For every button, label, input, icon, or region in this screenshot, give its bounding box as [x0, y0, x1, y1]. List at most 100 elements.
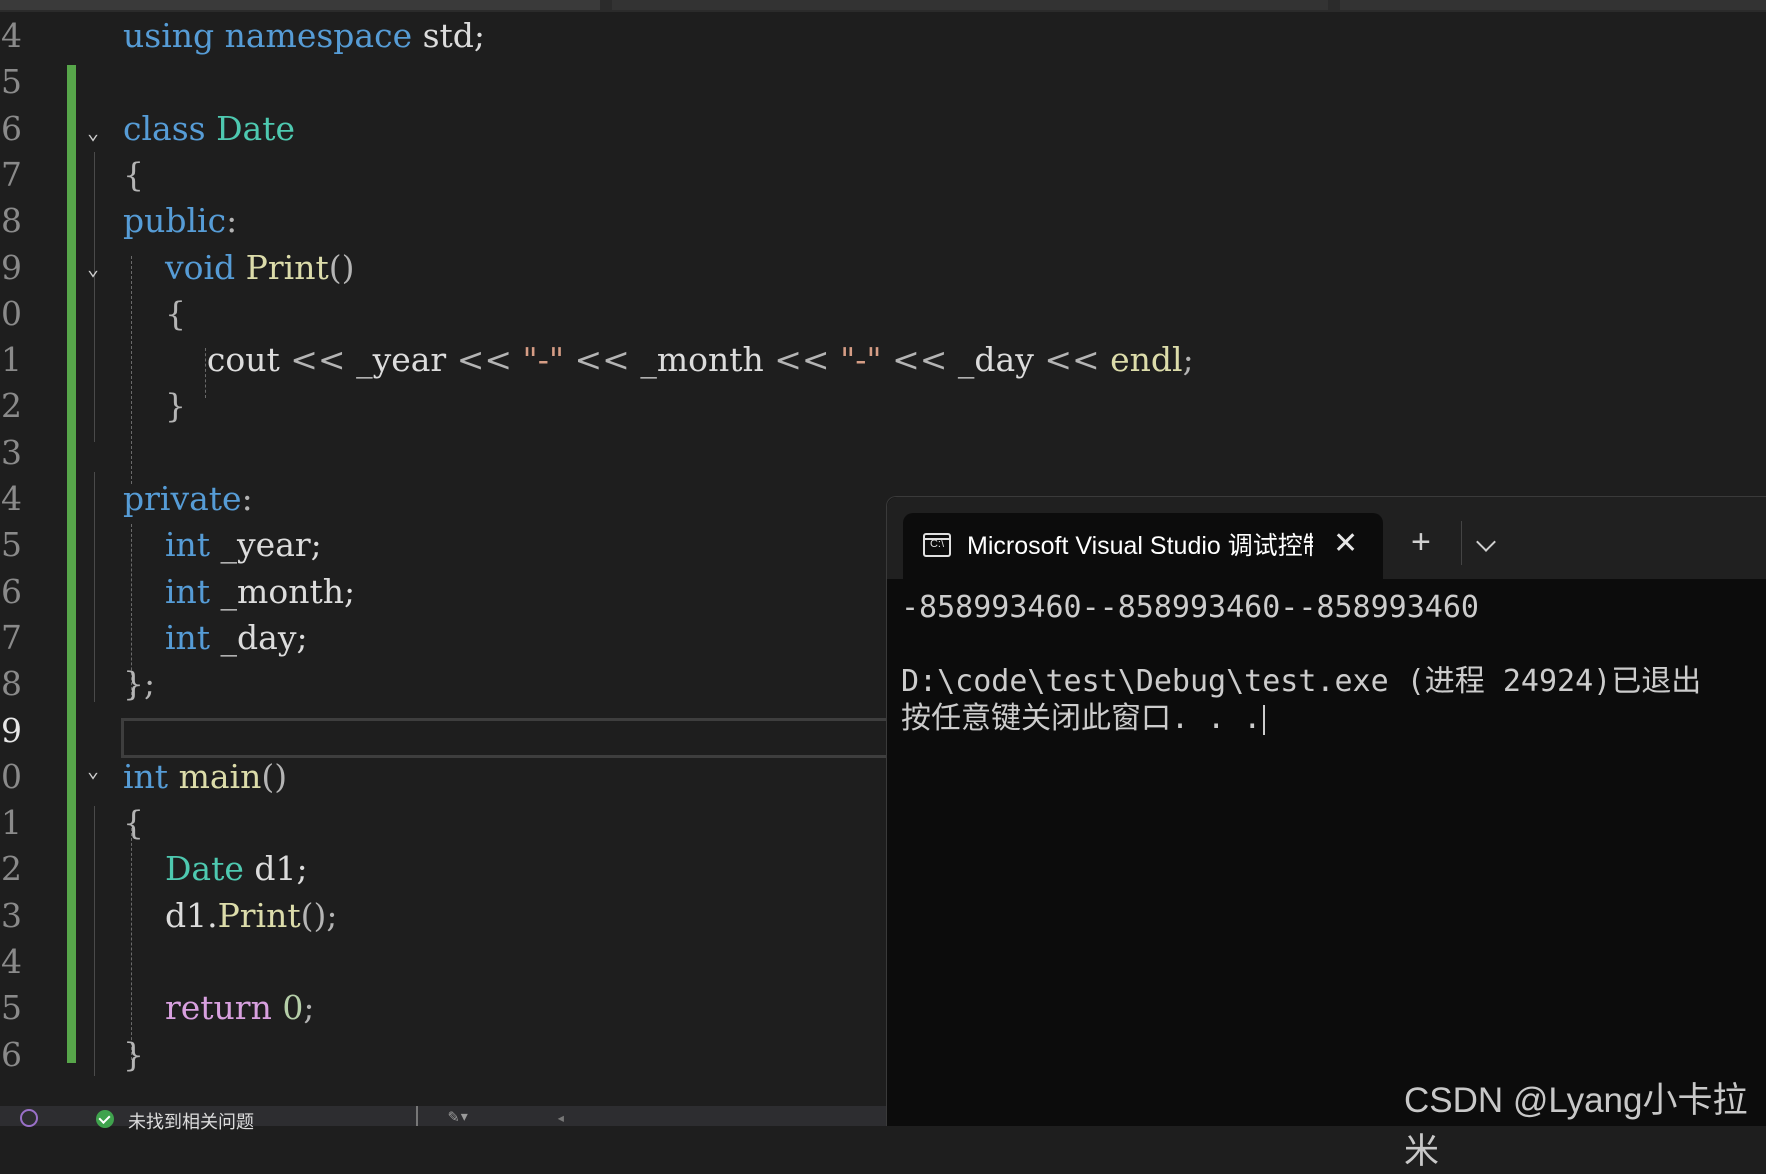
line-number: 5: [1, 525, 22, 565]
code-token: _day;: [210, 617, 308, 657]
terminal-tab[interactable]: C:\ Microsoft Visual Studio 调试控制台 ✕: [903, 513, 1383, 579]
code-line[interactable]: 9 void Print(): [0, 246, 1766, 290]
code-token: <<: [574, 340, 630, 380]
code-line[interactable]: 3: [0, 431, 1766, 475]
code-token: ();: [300, 895, 338, 935]
code-text: class Date: [123, 107, 295, 151]
code-token: <<: [1044, 340, 1100, 380]
code-token: Print: [245, 247, 329, 287]
code-token: (): [328, 247, 355, 287]
code-token: <<: [774, 340, 830, 380]
text-cursor: [1263, 704, 1266, 735]
line-number: 6: [1, 1034, 22, 1074]
code-token: public: [123, 201, 227, 241]
copilot-icon[interactable]: [20, 1109, 38, 1127]
code-text: using namespace std;: [123, 14, 485, 58]
code-token: :: [226, 201, 238, 241]
chevron-down-icon[interactable]: [1476, 532, 1496, 552]
scroll-left-icon[interactable]: ◂: [556, 1108, 566, 1127]
code-text: int _day;: [123, 616, 308, 660]
code-token: void: [164, 247, 236, 287]
code-token: <<: [456, 340, 513, 380]
code-line[interactable]: 5: [0, 60, 1766, 104]
line-number: 0: [1, 756, 22, 796]
tab-separator: [1461, 521, 1462, 565]
check-circle-icon: [96, 1110, 114, 1128]
line-number: 3: [1, 432, 22, 472]
code-token: _month: [629, 340, 775, 380]
code-token: <<: [290, 340, 346, 380]
close-icon[interactable]: ✕: [1333, 527, 1358, 561]
code-token: int: [164, 571, 211, 611]
code-token: }: [123, 386, 186, 426]
code-token: int: [123, 756, 169, 796]
terminal-output-line: D:\code\test\Debug\test.exe (进程 24924)已退…: [901, 664, 1702, 699]
code-text: public:: [123, 199, 237, 243]
tab-strip-segment: [612, 0, 1328, 10]
code-line[interactable]: 8 public:: [0, 199, 1766, 243]
code-line[interactable]: 7{: [0, 153, 1766, 197]
line-number: 3: [1, 895, 22, 935]
line-number: 4: [1, 479, 22, 518]
line-number: 2: [1, 849, 22, 889]
code-text: d1.Print();: [123, 894, 338, 938]
code-token: "-": [840, 340, 882, 380]
code-token: int: [164, 525, 211, 565]
code-token: _day: [947, 340, 1045, 380]
code-token: Print: [217, 895, 301, 935]
code-text: {: [123, 153, 144, 197]
code-text: Date d1;: [123, 847, 308, 891]
tab-strip-segment: [0, 0, 600, 10]
line-number: 5: [1, 988, 22, 1028]
code-token: ;: [303, 988, 315, 1028]
code-token: namespace: [224, 16, 413, 55]
code-line[interactable]: 0 {: [0, 292, 1766, 336]
code-text: };: [123, 662, 155, 706]
line-number: 1: [1, 803, 22, 843]
code-token: main: [168, 756, 262, 796]
code-token: 0: [282, 988, 304, 1028]
line-number: 2: [1, 386, 22, 426]
line-number: 7: [1, 154, 22, 194]
code-token: _year: [345, 340, 457, 380]
line-number: 8: [1, 664, 22, 704]
terminal-output[interactable]: -858993460--858993460--858993460 D:\code…: [901, 589, 1766, 737]
code-text: {: [123, 801, 144, 845]
code-line[interactable]: 6 class Date: [0, 107, 1766, 151]
code-token: _year;: [210, 525, 322, 565]
terminal-window[interactable]: C:\ Microsoft Visual Studio 调试控制台 ✕ + -8…: [886, 496, 1766, 1126]
code-text: int _year;: [123, 523, 322, 567]
code-token: return: [164, 988, 272, 1028]
code-line[interactable]: 4 using namespace std;: [0, 14, 1766, 58]
watermark: CSDN @Lyang小卡拉米: [1404, 1081, 1748, 1171]
code-token: _month;: [210, 571, 356, 611]
code-token: std;: [412, 16, 486, 55]
code-text: {: [123, 292, 186, 336]
line-number: 5: [1, 62, 22, 102]
issues-status-text[interactable]: 未找到相关问题: [128, 1108, 254, 1134]
code-cleanup-icon[interactable]: ✎▾: [448, 1106, 470, 1127]
status-separator: [416, 1106, 418, 1126]
code-line[interactable]: 1 cout << _year << "-" << _month << "-" …: [0, 338, 1766, 382]
code-token: :: [241, 479, 253, 518]
code-token: private: [123, 479, 242, 518]
code-token: {: [123, 293, 186, 333]
line-number: 1: [1, 340, 22, 380]
code-text: private:: [123, 477, 253, 521]
code-token: {: [123, 803, 144, 843]
terminal-tab-bar: C:\ Microsoft Visual Studio 调试控制台 ✕ +: [887, 497, 1766, 579]
line-number: 4: [1, 16, 22, 55]
new-tab-icon[interactable]: +: [1411, 525, 1431, 559]
code-line[interactable]: 2 }: [0, 384, 1766, 428]
code-token: (): [261, 756, 288, 796]
line-number: 8: [1, 201, 22, 241]
